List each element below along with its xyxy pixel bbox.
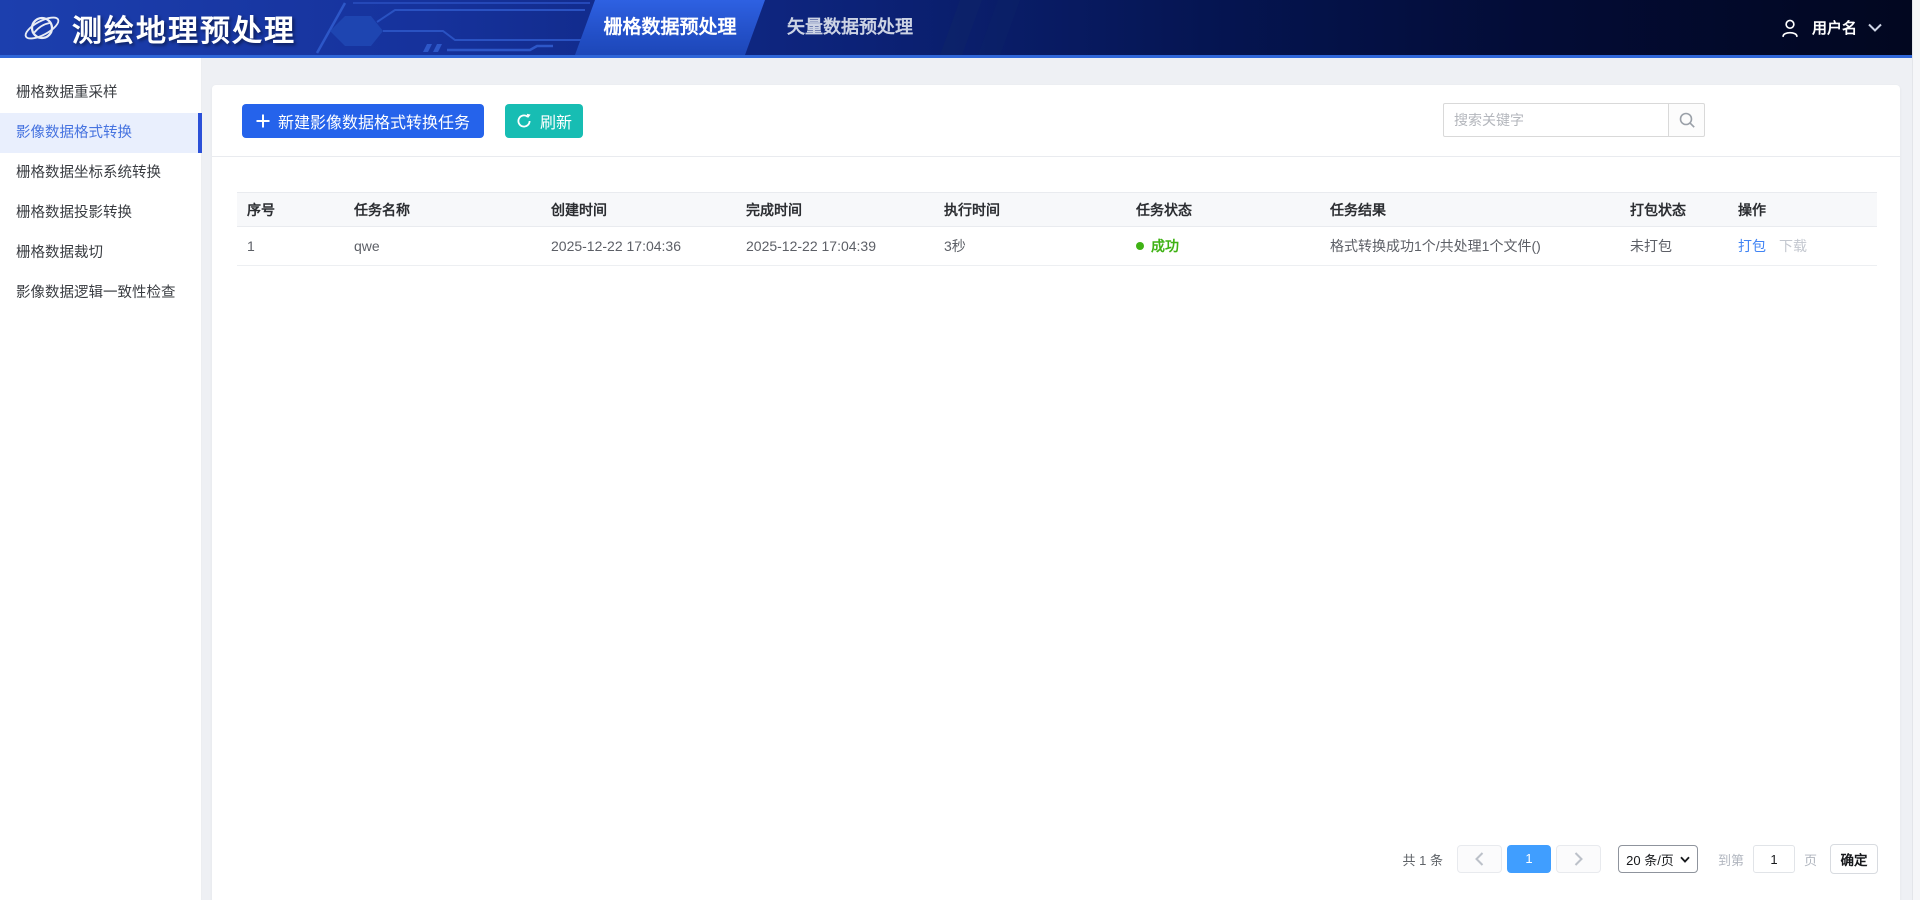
sidebar-item-raster-resample[interactable]: 栅格数据重采样 xyxy=(0,73,201,113)
app-title: 测绘地理预处理 xyxy=(72,6,296,50)
column-header-result: 任务结果 xyxy=(1320,193,1620,227)
column-header-exec-time: 执行时间 xyxy=(934,193,1126,227)
header-streak-decoration xyxy=(978,0,1020,55)
select-arrow-icon xyxy=(1680,856,1690,863)
search-button[interactable] xyxy=(1669,103,1705,137)
table-header-row: 序号 任务名称 创建时间 完成时间 执行时间 任务状态 任务结果 打包状态 操作 xyxy=(237,193,1877,227)
new-task-button-label: 新建影像数据格式转换任务 xyxy=(278,109,470,133)
sidebar-item-raster-clip[interactable]: 栅格数据裁切 xyxy=(0,233,201,273)
cell-task-name: qwe xyxy=(344,227,541,266)
plus-icon xyxy=(256,114,270,128)
refresh-button[interactable]: 刷新 xyxy=(505,104,583,138)
next-page-button[interactable] xyxy=(1556,845,1601,873)
goto-confirm-button[interactable]: 确定 xyxy=(1830,844,1878,874)
app-logo-icon xyxy=(22,8,62,48)
table-section: 序号 任务名称 创建时间 完成时间 执行时间 任务状态 任务结果 打包状态 操作 xyxy=(212,157,1900,266)
user-name: 用户名 xyxy=(1812,17,1857,38)
search-input[interactable] xyxy=(1443,103,1669,137)
column-header-create-time: 创建时间 xyxy=(541,193,736,227)
sidebar-item-raster-coord-convert[interactable]: 栅格数据坐标系统转换 xyxy=(0,153,201,193)
search-icon xyxy=(1678,111,1696,129)
user-icon xyxy=(1779,17,1801,39)
header: 测绘地理预处理 栅格数据预处理 矢量数据预处理 用户名 xyxy=(0,0,1912,58)
status-text: 成功 xyxy=(1151,238,1179,254)
search-group xyxy=(1443,103,1705,137)
refresh-icon xyxy=(516,113,532,129)
chevron-left-icon xyxy=(1475,852,1484,866)
page-number-button[interactable]: 1 xyxy=(1507,845,1551,873)
header-streak-decoration xyxy=(940,0,982,55)
column-header-finish-time: 完成时间 xyxy=(736,193,934,227)
cell-actions: 打包下载 xyxy=(1728,227,1877,266)
cell-result: 格式转换成功1个/共处理1个文件() xyxy=(1320,227,1620,266)
pagination: 共 1 条 1 20 条/页 xyxy=(1403,844,1879,874)
sidebar-item-image-logic-check[interactable]: 影像数据逻辑一致性检查 xyxy=(0,273,201,313)
page-scrollbar[interactable] xyxy=(1912,0,1920,900)
task-table: 序号 任务名称 创建时间 完成时间 执行时间 任务状态 任务结果 打包状态 操作 xyxy=(237,192,1877,266)
sidebar-item-raster-projection-convert[interactable]: 栅格数据投影转换 xyxy=(0,193,201,233)
chevron-down-icon xyxy=(1868,23,1882,32)
goto-prefix-label: 到第 xyxy=(1718,850,1744,869)
column-header-index: 序号 xyxy=(237,193,344,227)
table-row: 1 qwe 2025-12-22 17:04:36 2025-12-22 17:… xyxy=(237,227,1877,266)
tab-vector-preprocessing[interactable]: 矢量数据预处理 xyxy=(770,0,930,55)
sidebar: 栅格数据重采样 影像数据格式转换 栅格数据坐标系统转换 栅格数据投影转换 栅格数… xyxy=(0,58,202,900)
prev-page-button[interactable] xyxy=(1457,845,1502,873)
cell-index: 1 xyxy=(237,227,344,266)
pack-link[interactable]: 打包 xyxy=(1738,238,1766,254)
column-header-pack-status: 打包状态 xyxy=(1620,193,1728,227)
main-content: 新建影像数据格式转换任务 刷新 xyxy=(202,58,1912,900)
header-circuit-decoration xyxy=(285,0,590,55)
cell-exec-time: 3秒 xyxy=(934,227,1126,266)
sidebar-item-image-format-convert[interactable]: 影像数据格式转换 xyxy=(0,113,201,153)
column-header-status: 任务状态 xyxy=(1126,193,1320,227)
tab-raster-preprocessing[interactable]: 栅格数据预处理 xyxy=(585,0,755,55)
download-link-disabled[interactable]: 下载 xyxy=(1779,238,1807,254)
cell-create-time: 2025-12-22 17:04:36 xyxy=(541,227,736,266)
app-logo: 测绘地理预处理 xyxy=(22,8,296,48)
content-card: 新建影像数据格式转换任务 刷新 xyxy=(212,85,1900,900)
page-size-label: 20 条/页 xyxy=(1626,850,1674,869)
app-root: 测绘地理预处理 栅格数据预处理 矢量数据预处理 用户名 栅格数据重采样 影像数据… xyxy=(0,0,1920,900)
pagination-total: 共 1 条 xyxy=(1403,850,1443,869)
goto-suffix-label: 页 xyxy=(1804,850,1817,869)
cell-pack-status: 未打包 xyxy=(1620,227,1728,266)
new-task-button[interactable]: 新建影像数据格式转换任务 xyxy=(242,104,484,138)
cell-status: 成功 xyxy=(1126,227,1320,266)
chevron-right-icon xyxy=(1574,852,1583,866)
cell-finish-time: 2025-12-22 17:04:39 xyxy=(736,227,934,266)
column-header-task-name: 任务名称 xyxy=(344,193,541,227)
status-dot xyxy=(1136,242,1144,250)
toolbar: 新建影像数据格式转换任务 刷新 xyxy=(212,85,1900,157)
refresh-button-label: 刷新 xyxy=(540,109,572,133)
column-header-actions: 操作 xyxy=(1728,193,1877,227)
goto-page-input[interactable] xyxy=(1753,845,1795,873)
page-size-select[interactable]: 20 条/页 xyxy=(1618,845,1698,873)
user-menu[interactable]: 用户名 xyxy=(1779,0,1882,55)
